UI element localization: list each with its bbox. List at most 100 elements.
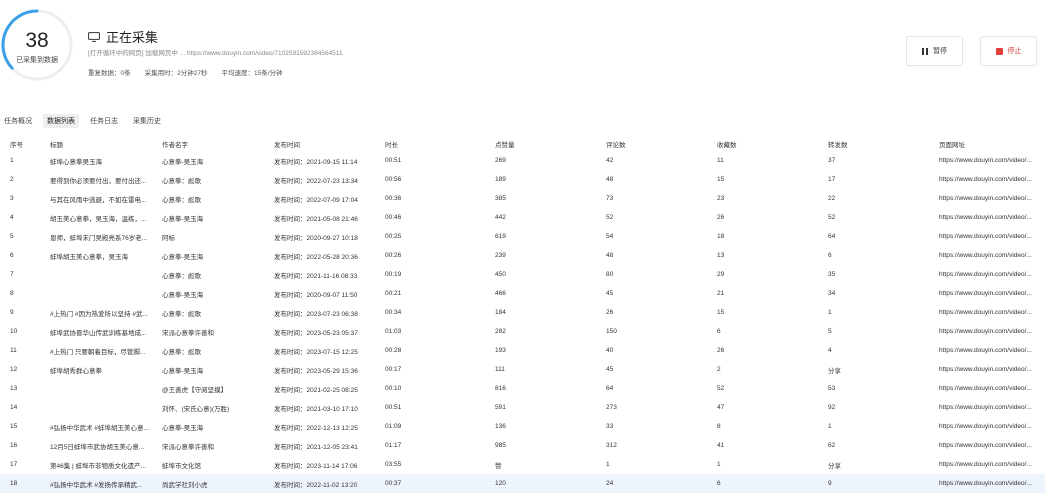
cell-page-url[interactable]: https://www.douyin.com/video/... xyxy=(939,341,1045,360)
tab-task-overview[interactable]: 任务概况 xyxy=(0,114,36,128)
table-row[interactable]: 1 蚌埠心意拳吴玉海 心意拳-吴玉海 发布时间：2021-09-15 11:14 00:… xyxy=(0,151,1045,170)
cell-publish-time: 发布时间：2023-05-29 15:36 xyxy=(274,367,358,375)
cell-duration: 00:17 xyxy=(385,366,402,373)
cell-comments: 73 xyxy=(606,195,614,202)
cell-page-url[interactable]: https://www.douyin.com/video/... xyxy=(939,455,1045,474)
cell-page-url[interactable]: https://www.douyin.com/video/... xyxy=(939,474,1045,493)
tab-data-list[interactable]: 数据列表 xyxy=(43,114,79,128)
cell-likes: 120 xyxy=(495,474,606,493)
tab-task-log[interactable]: 任务日志 xyxy=(86,114,122,128)
cell-favorites: 29 xyxy=(717,271,725,278)
cell-publish-time: 发布时间：2022-11-02 13:20 xyxy=(274,474,385,493)
cell-index: 18 xyxy=(0,474,50,493)
cell-index: 12 xyxy=(10,366,18,373)
cell-title: #上热门 只要朝着目标，尽管脚... xyxy=(50,348,146,356)
table-row[interactable]: 9 #上热门 #因为热爱所以坚持 #武... 心意拳：彪歌 发布时间：2023-07-… xyxy=(0,303,1045,322)
table-header-row: 序号 标题 作者名字 发布时间 时长 点赞量 评论数 收藏数 转发数 页面网址 xyxy=(0,136,1045,151)
cell-index: 16 xyxy=(10,442,18,449)
table-row[interactable]: 4 胡玉美心意拳，吴玉海，温练，... 心意拳-吴玉海 发布时间：2021-05-08… xyxy=(0,208,1045,227)
cell-page-url[interactable]: https://www.douyin.com/video/... xyxy=(939,436,1045,455)
cell-duration: 00:37 xyxy=(385,474,495,493)
cell-page-url[interactable]: https://www.douyin.com/video/... xyxy=(939,379,1045,398)
cell-comments: 80 xyxy=(606,271,614,278)
cell-page-url[interactable]: https://www.douyin.com/video/... xyxy=(939,208,1045,227)
cell-likes: 239 xyxy=(495,252,506,259)
cell-title xyxy=(50,379,162,398)
cell-shares: 6 xyxy=(828,252,832,259)
cell-likes: 282 xyxy=(495,328,506,335)
cell-author: 心意拳：彪歌 xyxy=(162,196,201,204)
cell-page-url[interactable]: https://www.douyin.com/video/... xyxy=(939,151,1045,170)
cell-shares: 53 xyxy=(828,385,836,392)
cell-page-url[interactable]: https://www.douyin.com/video/... xyxy=(939,322,1045,341)
col-author: 作者名字 xyxy=(162,141,188,149)
cell-shares: 64 xyxy=(828,233,836,240)
cell-shares: 5 xyxy=(828,328,832,335)
cell-comments: 54 xyxy=(606,233,614,240)
table-row[interactable]: 8 心意拳-吴玉海 发布时间：2020-09-07 11:50 00:21 466 45 2… xyxy=(0,284,1045,303)
cell-title: 蚌埠胡玉美心意拳，吴玉海 xyxy=(50,253,128,261)
table-row[interactable]: 11 #上热门 只要朝着目标，尽管脚... 心意拳：彪歌 发布时间：2023-07-1… xyxy=(0,341,1045,360)
cell-page-url[interactable]: https://www.douyin.com/video/... xyxy=(939,398,1045,417)
cell-likes: 184 xyxy=(495,309,506,316)
cell-comments: 48 xyxy=(606,176,614,183)
cell-page-url[interactable]: https://www.douyin.com/video/... xyxy=(939,360,1045,379)
cell-publish-time: 发布时间：2022-05-28 20:36 xyxy=(274,253,358,261)
cell-index: 6 xyxy=(10,252,14,259)
cell-shares: 52 xyxy=(828,214,836,221)
table-row[interactable]: 7 心意拳：彪歌 发布时间：2021-11-16 08:33 00:19 450 80 29… xyxy=(0,265,1045,284)
table-row[interactable]: 3 与其在风雨中逃避，不如在雷电... 心意拳：彪歌 发布时间：2022-07-09 … xyxy=(0,189,1045,208)
cell-publish-time: 发布时间：2020-09-27 10:18 xyxy=(274,234,358,242)
table-row[interactable]: 18 #弘扬中华武术 #发扬传承精武... 尚武学社刘小虎 发布时间：2022-11-… xyxy=(0,474,1045,493)
pause-button[interactable]: 暂停 xyxy=(906,36,963,66)
stats-bar: 重复数据：0条 采集用时：2分钟27秒 平均速度：15条/分钟 xyxy=(88,67,297,77)
cell-favorites: 21 xyxy=(717,290,725,297)
stop-button[interactable]: 停止 xyxy=(980,36,1037,66)
cell-comments: 150 xyxy=(606,328,617,335)
cell-title: 12月5日蚌埠市武协胡玉美心意... xyxy=(50,443,145,451)
tab-collect-history[interactable]: 采集历史 xyxy=(129,114,165,128)
table-row[interactable]: 6 蚌埠胡玉美心意拳，吴玉海 心意拳-吴玉海 发布时间：2022-05-28 20:3… xyxy=(0,246,1045,265)
cell-title: #弘扬中华武术 #蚌埠胡玉美心意... xyxy=(50,424,149,432)
stop-button-label: 停止 xyxy=(1007,48,1022,55)
monitor-icon xyxy=(88,31,100,42)
cell-duration: 01:03 xyxy=(385,328,402,335)
cell-likes: 442 xyxy=(495,214,506,221)
cell-index: 7 xyxy=(10,271,14,278)
cell-shares: 分享 xyxy=(828,367,841,375)
cell-title xyxy=(50,265,162,284)
cell-page-url[interactable]: https://www.douyin.com/video/... xyxy=(939,189,1045,208)
table-row[interactable]: 5 恩师，蚌埠末门吴殿亮系76岁老... 阿标 发布时间：2020-09-27 10:… xyxy=(0,227,1045,246)
table-row[interactable]: 15 #弘扬中华武术 #蚌埠胡玉美心意... 心意拳-吴玉海 发布时间：2022-12… xyxy=(0,417,1045,436)
cell-shares: 22 xyxy=(828,195,836,202)
cell-page-url[interactable]: https://www.douyin.com/video/... xyxy=(939,417,1045,436)
table-row[interactable]: 12 蚌埠胡秀群心意拳 心意拳-吴玉海 发布时间：2023-05-29 15:36 00… xyxy=(0,360,1045,379)
table-row[interactable]: 10 蚌埠武协晋华山传武训练基地成... 宋派心意拳许善和 发布时间：2023-05-… xyxy=(0,322,1045,341)
col-shares: 转发数 xyxy=(828,141,848,149)
cell-page-url[interactable]: https://www.douyin.com/video/... xyxy=(939,170,1045,189)
status-title-text: 正在采集 xyxy=(106,30,159,45)
collected-label: 已采集到数据 xyxy=(16,57,58,64)
cell-page-url[interactable]: https://www.douyin.com/video/... xyxy=(939,284,1045,303)
cell-likes: 193 xyxy=(495,347,506,354)
table-row[interactable]: 14 刘怀、(宋氏心意)(万胜) 发布时间：2021-03-10 17:10 00:5… xyxy=(0,398,1045,417)
cell-page-url[interactable]: https://www.douyin.com/video/... xyxy=(939,246,1045,265)
cell-likes: 赞 xyxy=(495,462,502,470)
cell-title: 蚌埠心意拳吴玉海 xyxy=(50,158,102,166)
cell-index: 13 xyxy=(10,385,18,392)
cell-favorites: 41 xyxy=(717,442,725,449)
cell-page-url[interactable]: https://www.douyin.com/video/... xyxy=(939,227,1045,246)
col-page-url: 页面网址 xyxy=(939,141,965,149)
stop-icon xyxy=(995,47,1003,55)
cell-page-url[interactable]: https://www.douyin.com/video/... xyxy=(939,303,1045,322)
cell-author: 心意拳-吴玉海 xyxy=(162,424,204,432)
table-row[interactable]: 13 @王善虎【守阅坚摸】 发布时间：2021-02-25 08:25 00:10 81… xyxy=(0,379,1045,398)
cell-favorites: 23 xyxy=(717,195,725,202)
collected-count: 38 xyxy=(25,29,49,52)
cell-duration: 01:09 xyxy=(385,423,402,430)
table-row[interactable]: 16 12月5日蚌埠市武协胡玉美心意... 宋派心意拳许善和 发布时间：2021-12… xyxy=(0,436,1045,455)
cell-page-url[interactable]: https://www.douyin.com/video/... xyxy=(939,265,1045,284)
table-row[interactable]: 2 要得到你必须要付出，要付出还... 心意拳：彪歌 发布时间：2022-07-23 … xyxy=(0,170,1045,189)
table-row[interactable]: 17 第46集 | 蚌埠市非物质文化遗产... 蚌埠市文化馆 发布时间：2023-11… xyxy=(0,455,1045,474)
cell-comments: 312 xyxy=(606,442,617,449)
